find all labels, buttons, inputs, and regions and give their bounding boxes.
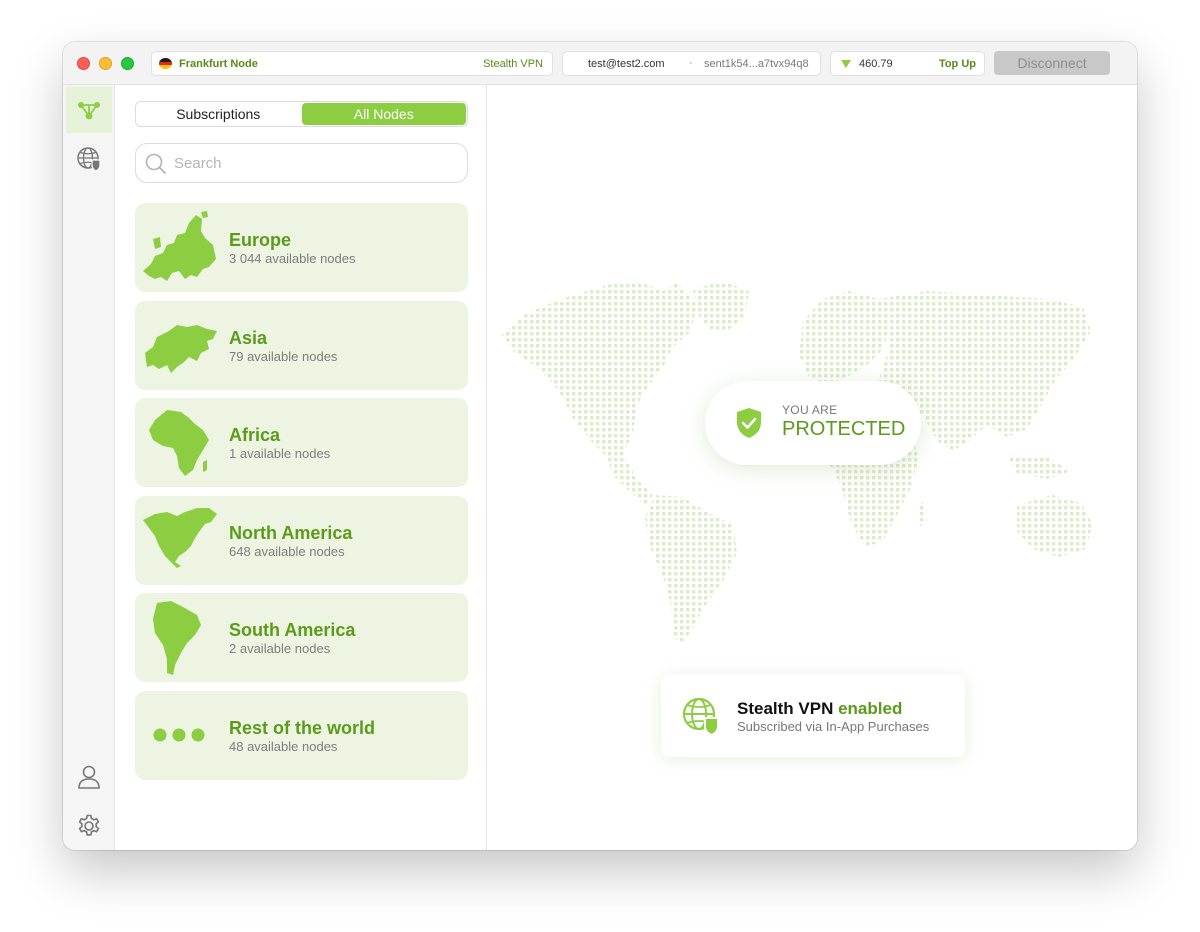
sidebar-item-account[interactable] [66,754,112,800]
map-pane: YOU ARE PROTECTED Stealth VPN enabled Su… [487,85,1137,850]
region-card-asia[interactable]: Asia 79 available nodes [135,301,468,390]
region-card-north-america[interactable]: North America 648 available nodes [135,496,468,585]
protection-status-card: YOU ARE PROTECTED [705,381,921,465]
region-name: Europe [229,230,292,250]
network-nodes-icon [78,102,100,120]
germany-flag-icon [159,58,172,69]
balance-pill: 460.79 Top Up [830,51,985,76]
south-america-map-icon [153,601,201,675]
region-card-europe[interactable]: Europe 3 044 available nodes [135,203,468,292]
user-icon [78,765,100,789]
subscription-card: Stealth VPN enabled Subscribed via In-Ap… [661,675,965,757]
three-dots-icon [153,728,205,742]
node-tabs: Subscriptions All Nodes [135,101,468,127]
node-list-pane: Subscriptions All Nodes Search Europe 3 … [115,85,487,850]
search-input[interactable]: Search [174,155,222,172]
tab-all-nodes[interactable]: All Nodes [301,103,466,125]
token-icon [841,60,851,68]
app-window: Frankfurt Node Stealth VPN test@test2.co… [63,42,1137,850]
sidebar-item-globe[interactable] [66,136,112,182]
subscription-product: Stealth VPN [737,699,834,718]
region-count: 79 available nodes [229,349,338,364]
minimize-window-button[interactable] [99,57,112,70]
balance-value: 460.79 [859,58,893,70]
region-card-africa[interactable]: Africa 1 available nodes [135,398,468,487]
status-label: YOU ARE [782,403,838,417]
globe-shield-icon [682,697,719,736]
asia-map-icon [145,325,217,373]
sidebar [63,85,115,850]
status-value: PROTECTED [782,418,906,440]
search-field[interactable]: Search [135,143,468,183]
subscription-description: Subscribed via In-App Purchases [737,719,930,734]
region-name: North America [229,523,353,543]
wallet-address: sent1k54...a7tvx94q8 [704,58,809,70]
europe-map-icon [143,211,216,281]
subscription-state: enabled [838,699,903,718]
africa-map-icon [149,410,209,476]
region-name: Rest of the world [229,718,376,738]
region-card-rest-of-world[interactable]: Rest of the world 48 available nodes [135,691,468,780]
region-count: 48 available nodes [229,739,338,754]
account-separator: · [689,57,693,69]
region-card-south-america[interactable]: South America 2 available nodes [135,593,468,682]
sidebar-item-nodes[interactable] [66,87,112,133]
region-count: 3 044 available nodes [229,251,356,266]
zoom-window-button[interactable] [121,57,134,70]
account-pill[interactable]: test@test2.com · sent1k54...a7tvx94q8 [562,51,821,76]
region-count: 1 available nodes [229,446,331,461]
title-bar: Frankfurt Node Stealth VPN test@test2.co… [63,42,1137,85]
region-count: 648 available nodes [229,544,345,559]
sidebar-item-settings[interactable] [66,803,112,849]
close-window-button[interactable] [77,57,90,70]
shield-check-icon [737,408,761,438]
globe-shield-icon [77,147,101,172]
subscription-title: Stealth VPN enabled [737,699,902,719]
north-america-map-icon [143,508,217,568]
node-provider: Stealth VPN [483,58,543,70]
region-name: Africa [229,425,281,445]
current-node-pill[interactable]: Frankfurt Node Stealth VPN [151,51,553,76]
region-count: 2 available nodes [229,641,331,656]
node-name: Frankfurt Node [179,58,258,70]
region-name: Asia [229,328,268,348]
disconnect-button[interactable]: Disconnect [994,51,1110,75]
region-name: South America [229,620,356,640]
gear-icon [78,814,100,836]
tab-subscriptions[interactable]: Subscriptions [136,102,301,126]
top-up-link[interactable]: Top Up [939,58,976,70]
search-icon [145,153,166,174]
account-email: test@test2.com [588,58,665,70]
